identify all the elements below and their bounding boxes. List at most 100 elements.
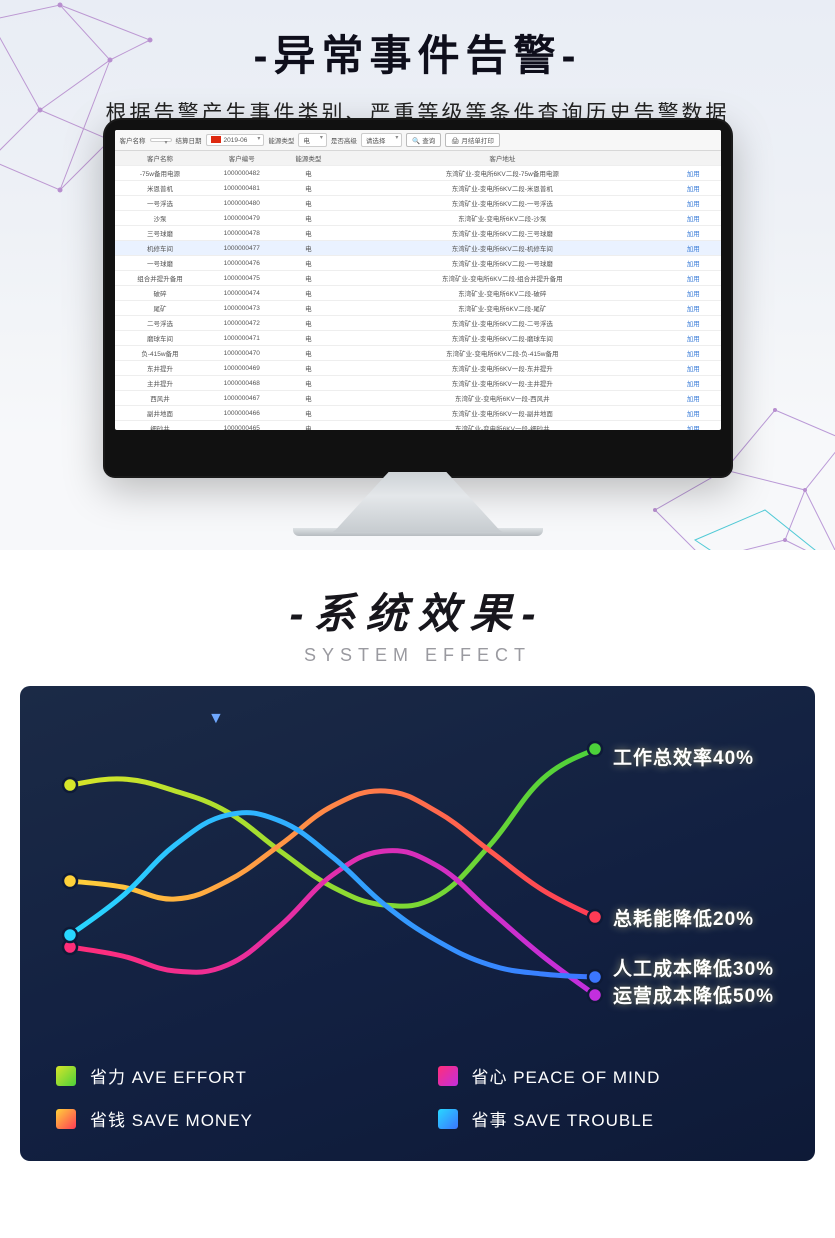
table-cell: 东湾矿业-变电所6KV一段-东井提升 — [339, 361, 666, 376]
imac-chin — [105, 430, 731, 476]
table-cell: 1000000467 — [205, 391, 278, 406]
table-cell[interactable]: 加用 — [666, 226, 721, 241]
table-cell: 东湾矿业-变电所6KV二段-沙泵 — [339, 211, 666, 226]
table-cell: 1000000480 — [205, 196, 278, 211]
table-cell[interactable]: 加用 — [666, 391, 721, 406]
table-cell: 尾矿 — [115, 301, 206, 316]
table-row[interactable]: 米恩普机1000000481电东湾矿业-变电所6KV二段-米恩普机加用 — [115, 181, 721, 196]
table-header-row: 客户名称 客户编号 能源类型 客户地址 — [115, 151, 721, 166]
table-cell: 东井提升 — [115, 361, 206, 376]
table-cell: 1000000481 — [205, 181, 278, 196]
table-cell: 电 — [278, 376, 339, 391]
table-row[interactable]: 一号球磨1000000476电东湾矿业-变电所6KV二段-一号球磨加用 — [115, 256, 721, 271]
chart-point — [63, 928, 77, 942]
legend-label: 省心 PEACE OF MIND — [472, 1063, 661, 1088]
table-row[interactable]: 主井提升1000000468电东湾矿业-变电所6KV一段-主井提升加用 — [115, 376, 721, 391]
table-cell: 破碎 — [115, 286, 206, 301]
label-isparent: 是否高级 — [331, 135, 357, 145]
table-cell: 电 — [278, 256, 339, 271]
table-cell: 电 — [278, 421, 339, 431]
table-cell: 1000000470 — [205, 346, 278, 361]
table-row[interactable]: 沙泵1000000479电东湾矿业-变电所6KV二段-沙泵加用 — [115, 211, 721, 226]
table-row[interactable]: 西风井1000000467电东湾矿业-变电所6KV一段-西风井加用 — [115, 391, 721, 406]
legend-item[interactable]: 省心 PEACE OF MIND — [438, 1063, 780, 1088]
table-row[interactable]: 副井地面1000000466电东湾矿业-变电所6KV一段-副井地面加用 — [115, 406, 721, 421]
table-row[interactable]: 负-415w备用1000000470电东湾矿业-变电所6KV二段-负-415w备… — [115, 346, 721, 361]
table-cell: 磨球车间 — [115, 331, 206, 346]
table-cell: 电 — [278, 166, 339, 181]
table-row[interactable]: 组合并提升备用1000000475电东湾矿业-变电所6KV二段-组合并提升备用加… — [115, 271, 721, 286]
table-cell[interactable]: 加用 — [666, 421, 721, 431]
col-customer-name[interactable]: 客户名称 — [115, 151, 206, 166]
chart-end-label: 总耗能降低20% — [613, 904, 754, 931]
table-cell: 东湾矿业-变电所6KV二段-75w备用电源 — [339, 166, 666, 181]
legend-label: 省力 AVE EFFORT — [90, 1063, 247, 1088]
legend-item[interactable]: 省力 AVE EFFORT — [56, 1063, 398, 1088]
table-row[interactable]: -75w备用电源1000000482电东湾矿业-变电所6KV二段-75w备用电源… — [115, 166, 721, 181]
table-row[interactable]: 破碎1000000474电东湾矿业-变电所6KV二段-破碎加用 — [115, 286, 721, 301]
table-cell[interactable]: 加用 — [666, 211, 721, 226]
table-cell[interactable]: 加用 — [666, 181, 721, 196]
data-table: 客户名称 客户编号 能源类型 客户地址 -75w备用电源1000000482电东… — [115, 151, 721, 430]
table-cell: 1000000475 — [205, 271, 278, 286]
imac-stand — [333, 472, 503, 532]
table-cell[interactable]: 加用 — [666, 301, 721, 316]
col-energy-type[interactable]: 能源类型 — [278, 151, 339, 166]
table-cell[interactable]: 加用 — [666, 256, 721, 271]
customer-name-select[interactable] — [150, 138, 172, 142]
search-button[interactable]: 🔍 查询 — [406, 133, 441, 147]
col-action — [666, 151, 721, 166]
table-cell[interactable]: 加用 — [666, 346, 721, 361]
table-cell: 1000000466 — [205, 406, 278, 421]
table-cell[interactable]: 加用 — [666, 241, 721, 256]
table-cell: 三号球磨 — [115, 226, 206, 241]
table-row[interactable]: 细砂井1000000465电东湾矿业-变电所6KV一段-细砂井加用 — [115, 421, 721, 431]
table-cell[interactable]: 加用 — [666, 316, 721, 331]
table-cell[interactable]: 加用 — [666, 361, 721, 376]
table-cell: 1000000469 — [205, 361, 278, 376]
table-cell[interactable]: 加用 — [666, 376, 721, 391]
legend-item[interactable]: 省钱 SAVE MONEY — [56, 1106, 398, 1131]
col-customer-addr[interactable]: 客户地址 — [339, 151, 666, 166]
table-cell[interactable]: 加用 — [666, 196, 721, 211]
table-cell: 东湾矿业-变电所6KV二段-一号浮选 — [339, 196, 666, 211]
print-button[interactable]: 🖨 月结单打印 — [445, 133, 500, 147]
table-cell: 1000000465 — [205, 421, 278, 431]
table-row[interactable]: 尾矿1000000473电东湾矿业-变电所6KV二段-尾矿加用 — [115, 301, 721, 316]
legend-swatch — [56, 1066, 76, 1086]
energy-type-select[interactable]: 电 — [298, 133, 327, 147]
table-cell: 1000000472 — [205, 316, 278, 331]
table-row[interactable]: 二号浮选1000000472电东湾矿业-变电所6KV二段-二号浮选加用 — [115, 316, 721, 331]
isparent-select[interactable]: 请选择 — [361, 133, 403, 147]
query-toolbar: 客户名称 结算日期 2019-06 能源类型 电 是否高级 请选择 🔍 查询 🖨… — [115, 130, 721, 151]
table-cell: 东湾矿业-变电所6KV二段-一号球磨 — [339, 256, 666, 271]
table-row[interactable]: 磨球车间1000000471电东湾矿业-变电所6KV二段-磨球车间加用 — [115, 331, 721, 346]
imac-mock: 客户名称 结算日期 2019-06 能源类型 电 是否高级 请选择 🔍 查询 🖨… — [103, 118, 733, 536]
table-cell: 一号球磨 — [115, 256, 206, 271]
table-cell: 电 — [278, 271, 339, 286]
table-cell: 东湾矿业-变电所6KV二段-负-415w备用 — [339, 346, 666, 361]
table-cell[interactable]: 加用 — [666, 331, 721, 346]
table-row[interactable]: 机修车间1000000477电东湾矿业-变电所6KV二段-机修车间加用 — [115, 241, 721, 256]
table-cell[interactable]: 加用 — [666, 166, 721, 181]
table-cell[interactable]: 加用 — [666, 406, 721, 421]
table-cell: 东湾矿业-变电所6KV二段-二号浮选 — [339, 316, 666, 331]
table-cell: 米恩普机 — [115, 181, 206, 196]
table-row[interactable]: 三号球磨1000000478电东湾矿业-变电所6KV二段-三号球磨加用 — [115, 226, 721, 241]
chart-end-label: 运营成本降低50% — [613, 981, 774, 1008]
table-row[interactable]: 一号浮选1000000480电东湾矿业-变电所6KV二段-一号浮选加用 — [115, 196, 721, 211]
table-cell: 电 — [278, 286, 339, 301]
table-cell: 主井提升 — [115, 376, 206, 391]
chart-point — [63, 778, 77, 792]
table-cell[interactable]: 加用 — [666, 271, 721, 286]
col-customer-code[interactable]: 客户编号 — [205, 151, 278, 166]
line-chart: 工作总效率40%总耗能降低20%运营成本降低50%人工成本降低30% — [50, 711, 785, 1041]
chart-legend: 省力 AVE EFFORT 省心 PEACE OF MIND 省钱 SAVE MON… — [50, 1063, 785, 1131]
date-select[interactable]: 2019-06 — [206, 134, 265, 146]
table-cell: 1000000473 — [205, 301, 278, 316]
legend-item[interactable]: 省事 SAVE TROUBLE — [438, 1106, 780, 1131]
table-cell: 东湾矿业-变电所6KV一段-西风井 — [339, 391, 666, 406]
table-row[interactable]: 东井提升1000000469电东湾矿业-变电所6KV一段-东井提升加用 — [115, 361, 721, 376]
table-cell: 沙泵 — [115, 211, 206, 226]
table-cell[interactable]: 加用 — [666, 286, 721, 301]
